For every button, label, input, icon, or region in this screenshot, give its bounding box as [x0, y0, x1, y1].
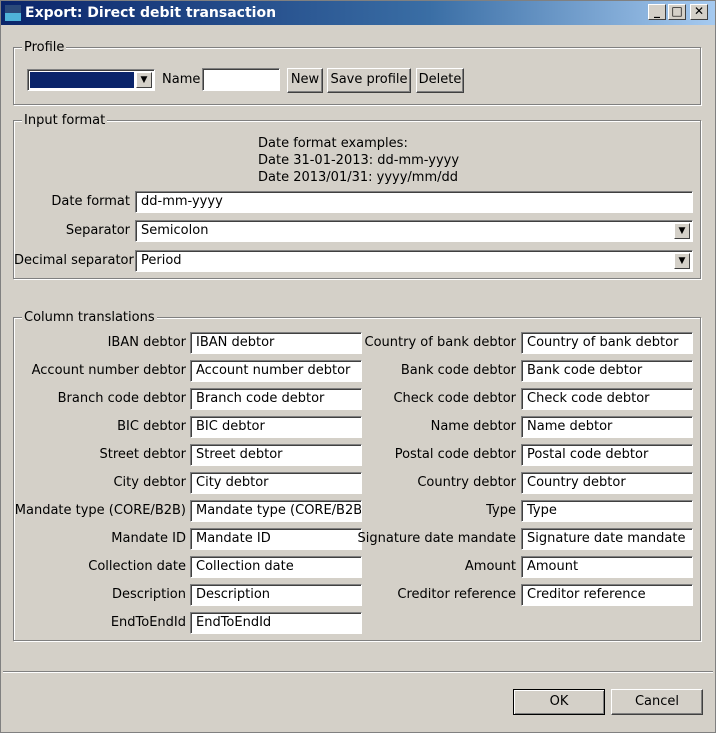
- column-translation-input[interactable]: Amount: [521, 556, 693, 578]
- column-translation-input[interactable]: Check code debtor: [521, 388, 693, 410]
- column-label: Bank code debtor: [400, 363, 516, 378]
- column-translation-input[interactable]: Type: [521, 500, 693, 522]
- profile-legend: Profile: [22, 40, 67, 55]
- column-translation-input[interactable]: Postal code debtor: [521, 444, 693, 466]
- date-example-2: Date 2013/01/31: yyyy/mm/dd: [258, 170, 459, 185]
- column-translations-legend: Column translations: [22, 310, 157, 325]
- title-bar[interactable]: Export: Direct debit transaction _ □ ✕: [1, 1, 715, 25]
- app-icon: [5, 5, 21, 21]
- decimal-separator-select[interactable]: Period ▼: [135, 250, 693, 272]
- cancel-button[interactable]: Cancel: [611, 689, 703, 715]
- maximize-button[interactable]: □: [668, 4, 686, 20]
- column-label: Check code debtor: [393, 391, 516, 406]
- close-button[interactable]: ✕: [690, 4, 708, 20]
- column-translation-input[interactable]: Signature date mandate: [521, 528, 693, 550]
- date-format-input[interactable]: dd-mm-yyyy: [135, 191, 693, 213]
- column-label: Signature date mandate: [357, 531, 516, 546]
- name-label: Name: [162, 72, 201, 87]
- minimize-icon: _: [654, 4, 660, 18]
- date-format-label: Date format: [51, 194, 130, 209]
- ok-button[interactable]: OK: [513, 689, 605, 715]
- column-translations-group: Column translations IBAN debtor IBAN debt…: [13, 310, 701, 641]
- profile-select[interactable]: ▼: [27, 69, 155, 91]
- column-translation-input[interactable]: EndToEndId: [190, 612, 362, 634]
- column-label: Country of bank debtor: [364, 335, 516, 350]
- column-label: Amount: [464, 559, 516, 574]
- delete-profile-button[interactable]: Delete: [416, 68, 464, 93]
- column-label: Creditor reference: [397, 587, 516, 602]
- input-format-group: Input format Date format examples: Date …: [13, 113, 701, 279]
- column-translation-input[interactable]: Country of bank debtor: [521, 332, 693, 354]
- profile-selected-value: [30, 72, 134, 88]
- column-translation-input[interactable]: Creditor reference: [521, 584, 693, 606]
- column-label: Type: [486, 503, 516, 518]
- chevron-down-icon[interactable]: ▼: [674, 253, 690, 269]
- column-label: Name debtor: [430, 419, 516, 434]
- column-translation-input[interactable]: Country debtor: [521, 472, 693, 494]
- column-label: Country debtor: [417, 475, 516, 490]
- examples-title: Date format examples:: [258, 136, 408, 151]
- column-translation-input[interactable]: Bank code debtor: [521, 360, 693, 382]
- new-profile-button[interactable]: New: [287, 68, 323, 93]
- profile-name-input[interactable]: [202, 68, 280, 91]
- footer-separator: [3, 671, 713, 673]
- maximize-icon: □: [671, 4, 683, 18]
- column-translation-input[interactable]: Name debtor: [521, 416, 693, 438]
- column-label: EndToEndId: [110, 615, 186, 630]
- chevron-down-icon[interactable]: ▼: [136, 72, 152, 88]
- export-dialog: Export: Direct debit transaction _ □ ✕ P…: [0, 0, 716, 733]
- decimal-separator-value: Period: [141, 253, 182, 268]
- chevron-down-icon[interactable]: ▼: [674, 223, 690, 239]
- separator-value: Semicolon: [141, 223, 209, 238]
- window-title: Export: Direct debit transaction: [25, 5, 277, 21]
- input-format-legend: Input format: [22, 113, 108, 128]
- close-icon: ✕: [693, 4, 705, 18]
- save-profile-button[interactable]: Save profile: [327, 68, 411, 93]
- column-label: Postal code debtor: [394, 447, 516, 462]
- decimal-separator-label: Decimal separator: [14, 253, 134, 268]
- separator-select[interactable]: Semicolon ▼: [135, 220, 693, 242]
- minimize-button[interactable]: _: [648, 4, 666, 20]
- separator-label: Separator: [65, 223, 130, 238]
- profile-group: Profile ▼ Name New Save profile Delete: [13, 40, 701, 105]
- date-example-1: Date 31-01-2013: dd-mm-yyyy: [258, 153, 460, 168]
